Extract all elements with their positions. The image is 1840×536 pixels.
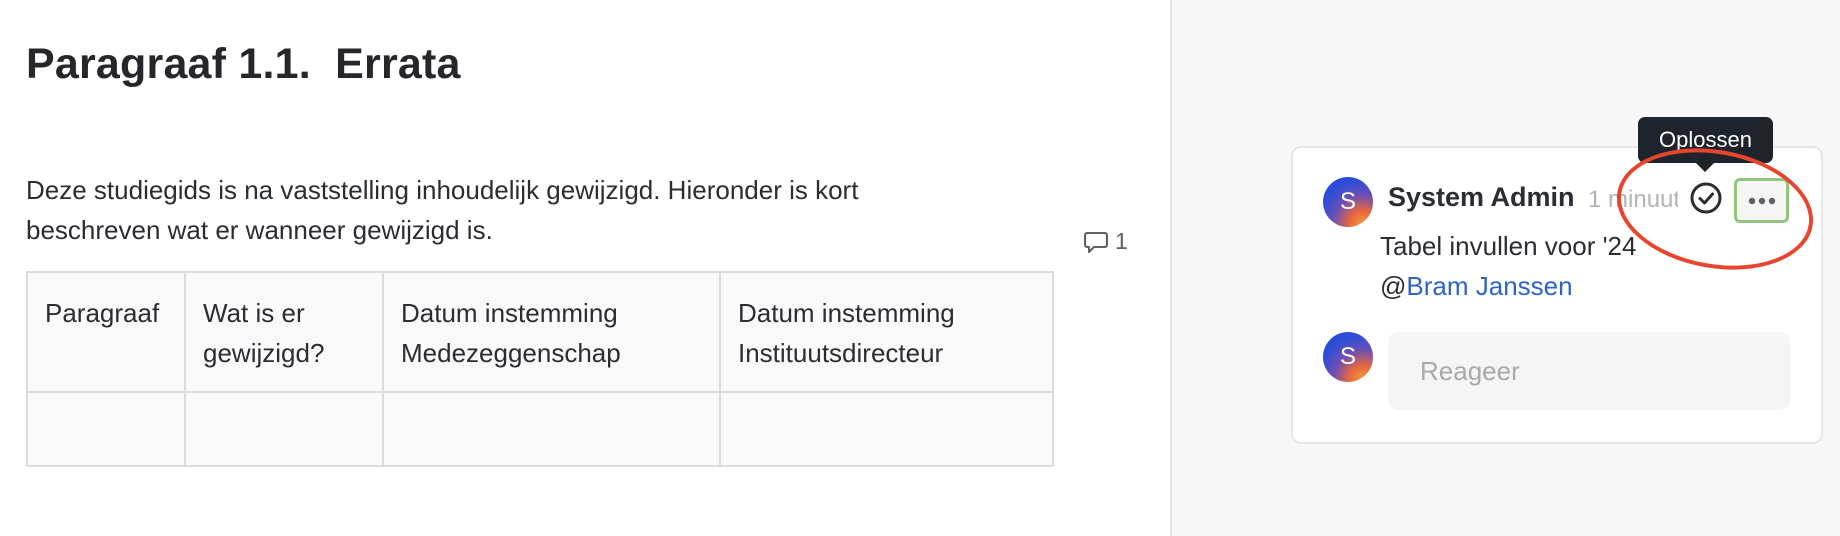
reply-avatar: S (1323, 332, 1373, 382)
avatar: S (1323, 177, 1373, 227)
check-circle-icon (1689, 181, 1723, 220)
ellipsis-icon (1748, 192, 1776, 210)
comment-body: Tabel invullen voor '24 @Bram Janssen (1380, 226, 1700, 306)
resolve-tooltip: Oplossen (1638, 117, 1773, 172)
page-title: Paragraaf 1.1. Errata (26, 40, 461, 88)
table-cell[interactable] (382, 391, 721, 467)
comment-count: 1 (1115, 228, 1128, 254)
mention-link[interactable]: Bram Janssen (1406, 271, 1572, 301)
comment-author: System Admin (1388, 182, 1575, 212)
resolve-button[interactable] (1686, 180, 1726, 220)
intro-line-1: Deze studiegids is na vaststelling inhou… (26, 175, 859, 205)
table-header-cell[interactable]: Datum instemming Instituutsdirecteur (719, 271, 1054, 393)
document-area: Paragraaf 1.1. Errata Deze studiegids is… (0, 0, 1171, 536)
comment-count-indicator[interactable]: 1 (1083, 228, 1128, 255)
more-options-button[interactable] (1734, 178, 1789, 223)
speech-bubble-icon (1083, 229, 1109, 255)
intro-paragraph[interactable]: Deze studiegids is na vaststelling inhou… (26, 170, 986, 250)
table-header-cell[interactable]: Wat is er gewijzigd? (184, 271, 384, 393)
table-header-cell[interactable]: Datum instemming Medezeggenschap (382, 271, 721, 393)
mention-prefix: @ (1380, 271, 1407, 301)
table-cell[interactable] (719, 391, 1054, 467)
comment-timestamp: 1 minuut (1588, 186, 1678, 213)
table-row (26, 391, 1054, 467)
reply-input[interactable] (1388, 332, 1790, 410)
table-header-row: Paragraaf Wat is er gewijzigd? Datum ins… (26, 271, 1054, 393)
intro-line-2: beschreven wat er wanneer gewijzigd is. (26, 215, 493, 245)
table-cell[interactable] (26, 391, 186, 467)
comment-text: Tabel invullen voor '24 (1380, 231, 1637, 261)
table-cell[interactable] (184, 391, 384, 467)
table-header-cell[interactable]: Paragraaf (26, 271, 186, 393)
errata-table[interactable]: Paragraaf Wat is er gewijzigd? Datum ins… (26, 271, 1054, 467)
